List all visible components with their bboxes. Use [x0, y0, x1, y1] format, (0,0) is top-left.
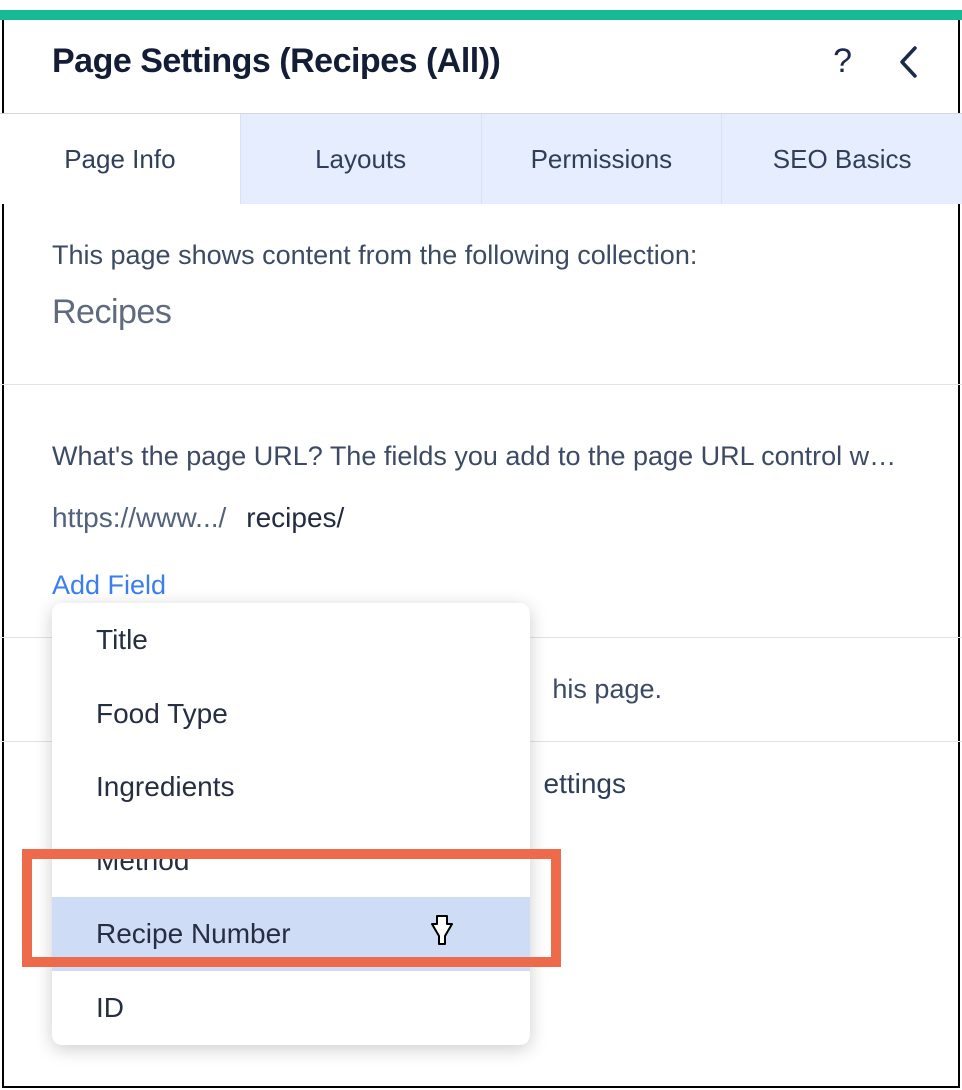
url-prefix: https://www.../ — [52, 502, 226, 534]
tab-label: Layouts — [315, 144, 406, 175]
dropdown-item-label: Food Type — [96, 698, 228, 729]
tab-layouts[interactable]: Layouts — [241, 114, 482, 204]
dropdown-item-title[interactable]: Title — [52, 603, 530, 677]
header-actions: ? — [833, 42, 918, 81]
back-chevron-icon[interactable] — [898, 45, 918, 79]
page-title: Page Settings (Recipes (All)) — [52, 42, 500, 81]
dropdown-item-label: Ingredients — [96, 771, 235, 802]
tabs-bar: Page Info Layouts Permissions SEO Basics — [0, 114, 962, 204]
help-icon[interactable]: ? — [833, 42, 852, 81]
collection-section: This page shows content from the followi… — [0, 204, 962, 385]
top-accent-bar — [0, 10, 962, 20]
tab-label: Page Info — [64, 144, 175, 175]
dropdown-item-food-type[interactable]: Food Type — [52, 677, 530, 751]
url-row: https://www.../ recipes/ — [52, 502, 910, 534]
tab-seo-basics[interactable]: SEO Basics — [722, 114, 962, 204]
tab-label: Permissions — [531, 144, 673, 175]
dropdown-item-label: ID — [96, 992, 124, 1023]
dropdown-item-label: Recipe Number — [96, 918, 291, 949]
tab-page-info[interactable]: Page Info — [0, 114, 241, 204]
collection-name: Recipes — [52, 293, 910, 332]
dropdown-item-method[interactable]: Method — [52, 824, 530, 898]
url-path[interactable]: recipes/ — [246, 502, 344, 534]
dropdown-item-ingredients[interactable]: Ingredients — [52, 750, 530, 824]
dropdown-item-label: Title — [96, 624, 148, 655]
panel-header: Page Settings (Recipes (All)) ? — [0, 10, 962, 114]
add-field-dropdown: Title Food Type Ingredients Method Recip… — [52, 603, 530, 1045]
url-section: What's the page URL? The fields you add … — [0, 385, 962, 638]
tab-permissions[interactable]: Permissions — [482, 114, 723, 204]
url-label: What's the page URL? The fields you add … — [52, 441, 910, 472]
dropdown-item-id[interactable]: ID — [52, 971, 530, 1045]
dropdown-item-recipe-number[interactable]: Recipe Number — [52, 897, 530, 971]
dropdown-item-label: Method — [96, 845, 189, 876]
tab-label: SEO Basics — [773, 144, 912, 175]
collection-label: This page shows content from the followi… — [52, 240, 910, 271]
add-field-link[interactable]: Add Field — [52, 570, 166, 601]
